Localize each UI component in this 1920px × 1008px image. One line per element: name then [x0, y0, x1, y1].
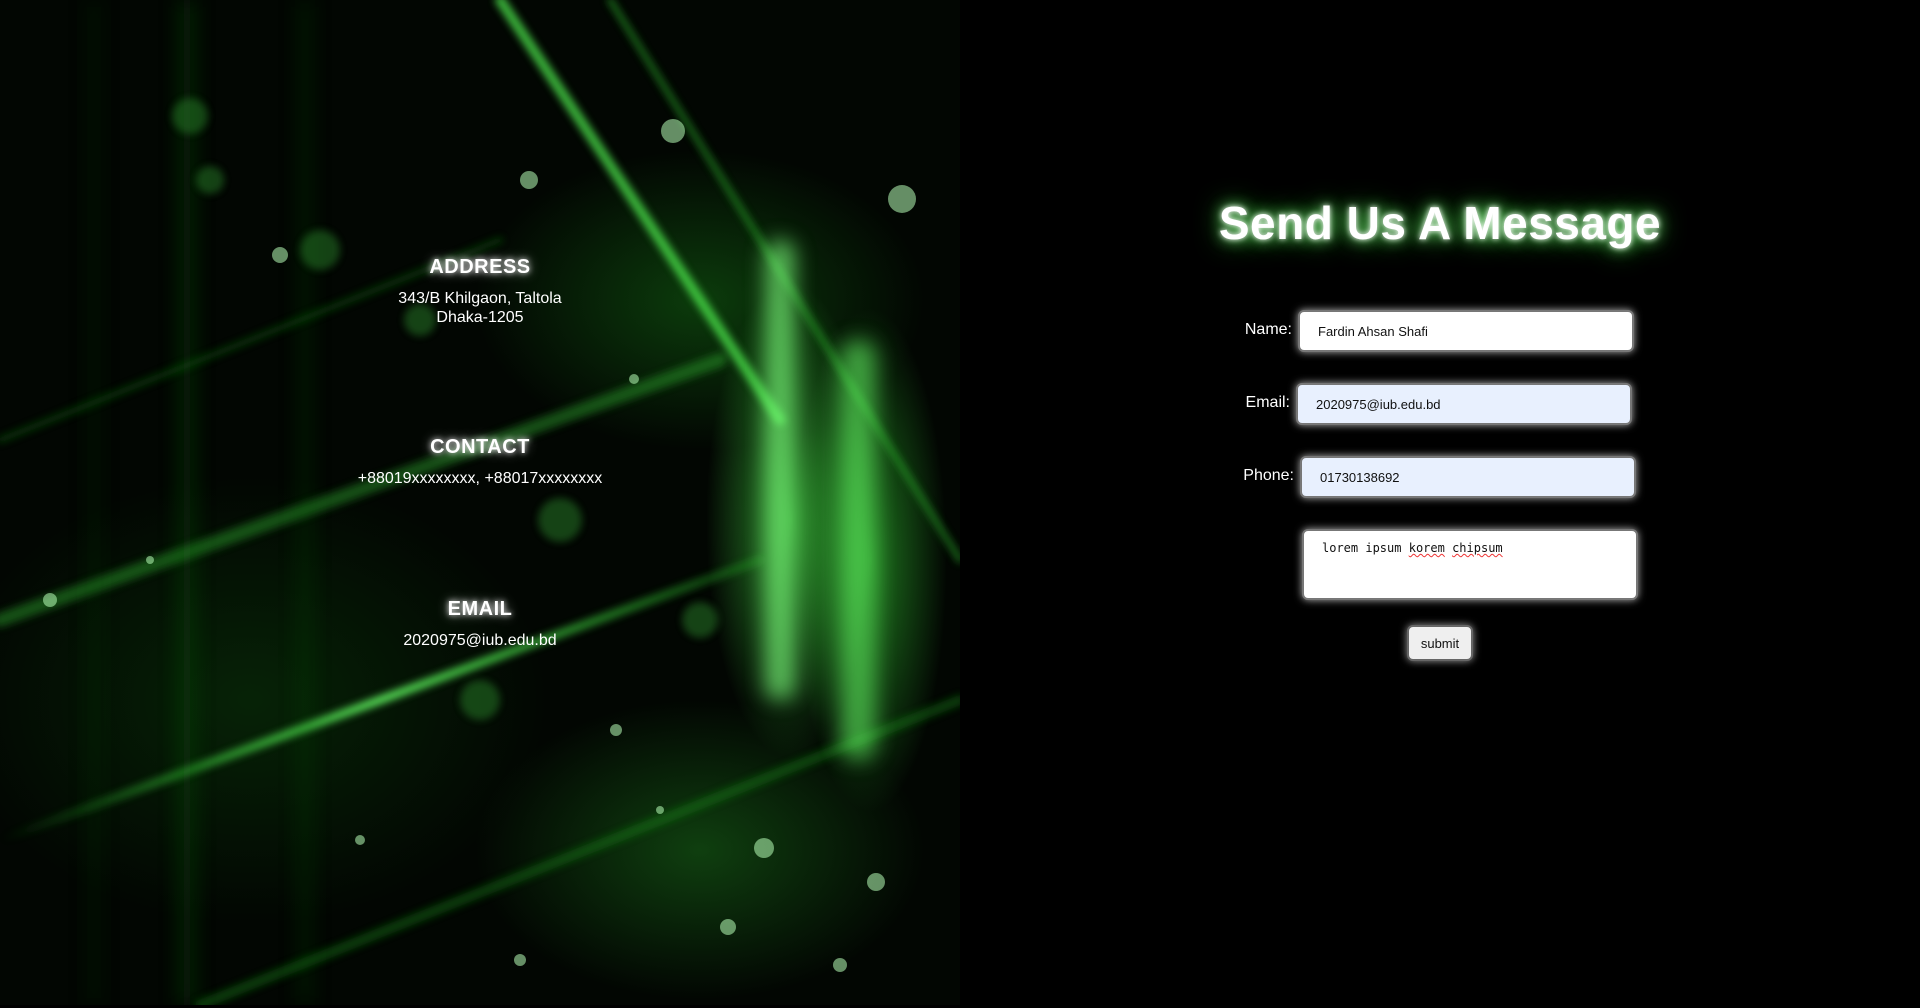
contact-section: CONTACT +88019xxxxxxxx, +88017xxxxxxxx [280, 436, 680, 488]
contact-phone-numbers: +88019xxxxxxxx, +88017xxxxxxxx [357, 470, 603, 487]
address-heading: ADDRESS [429, 256, 531, 278]
form-title: Send Us A Message [1218, 197, 1662, 249]
green-light-background-image [0, 0, 960, 1005]
address-line-1: 343/B Khilgaon, Taltola [398, 290, 562, 307]
email-label: Email: [1245, 394, 1290, 411]
phone-label: Phone: [1243, 467, 1294, 484]
address-line-2: Dhaka-1205 [436, 309, 524, 326]
name-label: Name: [1244, 321, 1292, 338]
message-word-misspelled: korem [1408, 541, 1445, 555]
message-word-misspelled: chipsum [1452, 541, 1503, 555]
email-section: EMAIL 2020975@iub.edu.bd [280, 598, 680, 650]
message-word: ipsum [1365, 541, 1402, 555]
email-address: 2020975@iub.edu.bd [403, 632, 557, 649]
email-input[interactable] [1296, 383, 1632, 425]
message-textarea[interactable]: lorem ipsum korem chipsum [1302, 529, 1638, 600]
phone-input[interactable] [1300, 456, 1636, 498]
email-heading: EMAIL [447, 598, 513, 620]
contact-heading: CONTACT [430, 436, 530, 458]
address-section: ADDRESS 343/B Khilgaon, Taltola Dhaka-12… [280, 256, 680, 327]
contact-info-panel: ADDRESS 343/B Khilgaon, Taltola Dhaka-12… [0, 0, 960, 1005]
contact-page: ADDRESS 343/B Khilgaon, Taltola Dhaka-12… [0, 0, 1920, 1008]
submit-button[interactable]: submit [1407, 625, 1473, 661]
message-word: lorem [1322, 541, 1359, 555]
name-input[interactable] [1298, 310, 1634, 352]
